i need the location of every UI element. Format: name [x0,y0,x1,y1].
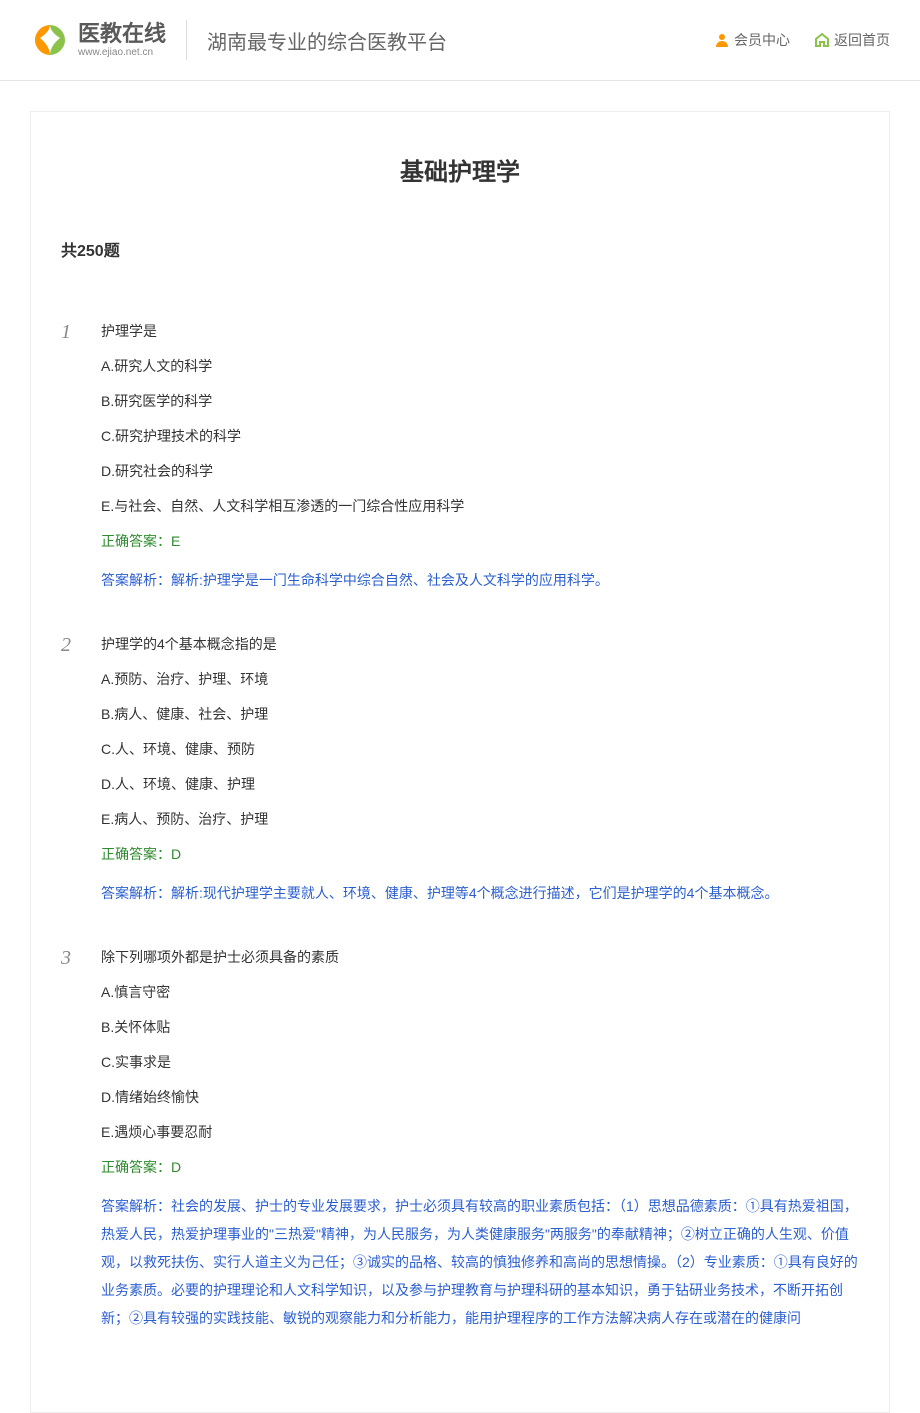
question-option: B.病人、健康、社会、护理 [101,704,859,725]
question-text: 护理学是 [101,321,859,342]
header: 医教在线 www.ejiao.net.cn 湖南最专业的综合医教平台 会员中心 … [0,0,920,81]
question: 3除下列哪项外都是护士必须具备的素质 A.慎言守密 B.关怀体贴 C.实事求是 D.情绪… [61,947,859,1332]
nav-links: 会员中心 返回首页 [714,30,890,50]
question-option: E.遇烦心事要忍耐 [101,1122,859,1143]
question-number: 1 [61,321,101,344]
logo-text-wrap: 医教在线 www.ejiao.net.cn [78,22,166,57]
question-body: 护理学的4个基本概念指的是 A.预防、治疗、护理、环境 B.病人、健康、社会、护理 C… [101,634,859,907]
question-text: 护理学的4个基本概念指的是 [101,634,859,655]
logo[interactable]: 医教在线 www.ejiao.net.cn [30,20,187,60]
user-icon [714,32,730,48]
question-header: 3除下列哪项外都是护士必须具备的素质 A.慎言守密 B.关怀体贴 C.实事求是 D.情绪… [61,947,859,1332]
question-option: A.研究人文的科学 [101,356,859,377]
question-option: E.与社会、自然、人文科学相互渗透的一门综合性应用科学 [101,496,859,517]
answer-analysis: 答案解析：解析:现代护理学主要就人、环境、健康、护理等4个概念进行描述，它们是护… [101,879,859,907]
answer-analysis: 答案解析：解析:护理学是一门生命科学中综合自然、社会及人文科学的应用科学。 [101,566,859,594]
question-option: C.研究护理技术的科学 [101,426,859,447]
question-number: 2 [61,634,101,657]
question-option: C.人、环境、健康、预防 [101,739,859,760]
question-option: E.病人、预防、治疗、护理 [101,809,859,830]
slogan: 湖南最专业的综合医教平台 [207,26,714,55]
question-text: 除下列哪项外都是护士必须具备的素质 [101,947,859,968]
question-number: 3 [61,947,101,970]
total-count: 共250题 [61,237,859,261]
correct-answer: 正确答案：D [101,844,859,865]
home-icon [814,32,830,48]
page-title: 基础护理学 [61,152,859,187]
logo-text: 医教在线 [78,22,166,46]
question-option: D.研究社会的科学 [101,461,859,482]
questions-list: 1护理学是 A.研究人文的科学 B.研究医学的科学 C.研究护理技术的科学 D.研究社会… [61,321,859,1332]
question-body: 护理学是 A.研究人文的科学 B.研究医学的科学 C.研究护理技术的科学 D.研究社会的… [101,321,859,594]
question-header: 1护理学是 A.研究人文的科学 B.研究医学的科学 C.研究护理技术的科学 D.研究社会… [61,321,859,594]
question-option: C.实事求是 [101,1052,859,1073]
correct-answer: 正确答案：E [101,531,859,552]
member-center-label: 会员中心 [734,30,790,50]
question: 1护理学是 A.研究人文的科学 B.研究医学的科学 C.研究护理技术的科学 D.研究社会… [61,321,859,594]
question-option: A.慎言守密 [101,982,859,1003]
answer-analysis: 答案解析：社会的发展、护士的专业发展要求，护士必须具有较高的职业素质包括：（1）… [101,1192,859,1332]
question-option: A.预防、治疗、护理、环境 [101,669,859,690]
question-option: B.研究医学的科学 [101,391,859,412]
logo-icon [30,20,70,60]
member-center-link[interactable]: 会员中心 [714,30,790,50]
content: 基础护理学 共250题 1护理学是 A.研究人文的科学 B.研究医学的科学 C.研究护… [30,111,890,1413]
question-header: 2护理学的4个基本概念指的是 A.预防、治疗、护理、环境 B.病人、健康、社会、护理… [61,634,859,907]
question-option: B.关怀体贴 [101,1017,859,1038]
question-option: D.情绪始终愉快 [101,1087,859,1108]
question-body: 除下列哪项外都是护士必须具备的素质 A.慎言守密 B.关怀体贴 C.实事求是 D.情绪始… [101,947,859,1332]
correct-answer: 正确答案：D [101,1157,859,1178]
logo-url: www.ejiao.net.cn [78,47,166,58]
question-option: D.人、环境、健康、护理 [101,774,859,795]
home-link-label: 返回首页 [834,30,890,50]
question: 2护理学的4个基本概念指的是 A.预防、治疗、护理、环境 B.病人、健康、社会、护理… [61,634,859,907]
home-link[interactable]: 返回首页 [814,30,890,50]
